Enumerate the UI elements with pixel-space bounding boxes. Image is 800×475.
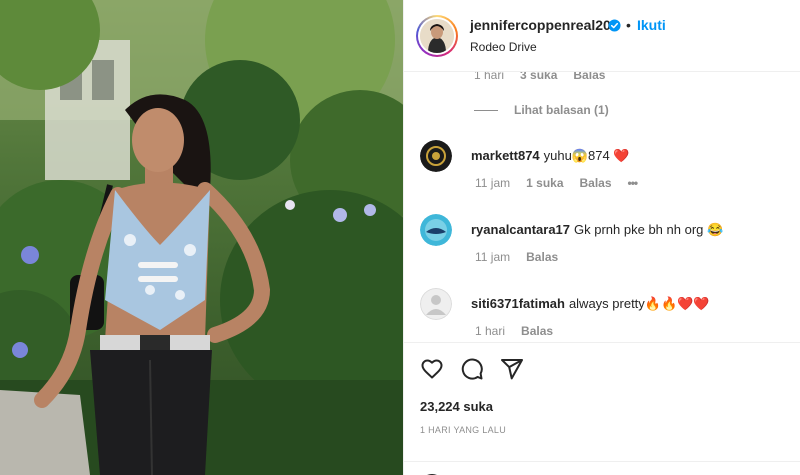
reply-button[interactable]: Balas (580, 176, 612, 190)
replies-divider (474, 109, 498, 111)
comment-item: ryanalcantara17 Gk prnh pke bh nh org 😂 1… (420, 214, 790, 274)
comment-item: siti6371fatimah always pretty🔥🔥❤️❤️ 1 har… (420, 288, 790, 342)
verified-badge-icon (608, 19, 621, 32)
comment-text: siti6371fatimah always pretty🔥🔥❤️❤️ (471, 296, 710, 312)
author-avatar[interactable] (416, 15, 458, 57)
commenter-avatar[interactable] (420, 140, 452, 172)
post-actions: 23,224 suka 1 HARI YANG LALU (404, 342, 800, 475)
view-replies-label: Lihat balasan (1) (514, 103, 609, 117)
post-header: jenniferc​oppenreal20 • Ikuti Rodeo Driv… (404, 0, 800, 72)
view-replies-button[interactable]: Lihat balasan (1) (474, 103, 609, 117)
author-avatar-image (420, 19, 454, 53)
reply-button[interactable]: Balas (526, 250, 558, 264)
commenter-avatar[interactable] (420, 214, 452, 246)
share-icon[interactable] (500, 357, 524, 381)
reply-button[interactable]: Balas (521, 324, 553, 338)
comment-likes[interactable]: 1 suka (526, 176, 563, 190)
comment-item: markett874 yuhu😱874 ❤️ 11 jam 1 suka Bala… (420, 140, 790, 200)
comment-meta: 11 jam 1 suka Balas ••• (475, 176, 639, 190)
action-icons (420, 357, 524, 381)
header-separator: • (626, 17, 631, 33)
comment-body: always pretty🔥🔥❤️❤️ (568, 296, 710, 311)
add-comment-bar (404, 461, 800, 475)
commenter-avatar[interactable] (420, 288, 452, 320)
more-options-icon[interactable]: ••• (628, 176, 639, 190)
follow-button[interactable]: Ikuti (637, 17, 666, 33)
comment-text: ryanalcantara17 Gk prnh pke bh nh org 😂 (471, 222, 723, 238)
post-location[interactable]: Rodeo Drive (470, 40, 537, 54)
commenter-username[interactable]: ryanalcantara17 (471, 222, 570, 237)
commenter-username[interactable]: markett874 (471, 148, 540, 163)
commenter-username[interactable]: siti6371fatimah (471, 296, 565, 311)
heart-icon[interactable] (420, 357, 444, 381)
post-photo[interactable] (0, 0, 403, 475)
comments-list[interactable]: 1 hari 3 suka Balas Lihat balasan (1) ma… (404, 72, 800, 342)
post-timestamp: 1 HARI YANG LALU (420, 425, 506, 435)
comment-time: 1 hari (474, 72, 505, 82)
author-username[interactable]: jenniferc​oppenreal20 (470, 17, 611, 33)
comment-body: yuhu😱874 ❤️ (543, 148, 630, 163)
post-photo-illustration (0, 0, 403, 475)
comment-meta: 11 jam Balas (475, 250, 558, 264)
comment-time: 1 hari (475, 324, 506, 338)
comment-likes[interactable]: 3 suka (520, 72, 557, 82)
comment-time: 11 jam (475, 250, 511, 264)
comment-time: 11 jam (475, 176, 511, 190)
comment-icon[interactable] (460, 357, 484, 381)
reply-button[interactable]: Balas (573, 72, 605, 82)
comment-text: markett874 yuhu😱874 ❤️ (471, 148, 630, 164)
comment-meta: 1 hari Balas (475, 324, 553, 338)
previous-comment-meta: 1 hari 3 suka Balas (474, 72, 605, 82)
likes-count[interactable]: 23,224 suka (420, 399, 493, 414)
comment-body: Gk prnh pke bh nh org 😂 (574, 222, 724, 237)
post-detail-panel: jenniferc​oppenreal20 • Ikuti Rodeo Driv… (403, 0, 800, 475)
